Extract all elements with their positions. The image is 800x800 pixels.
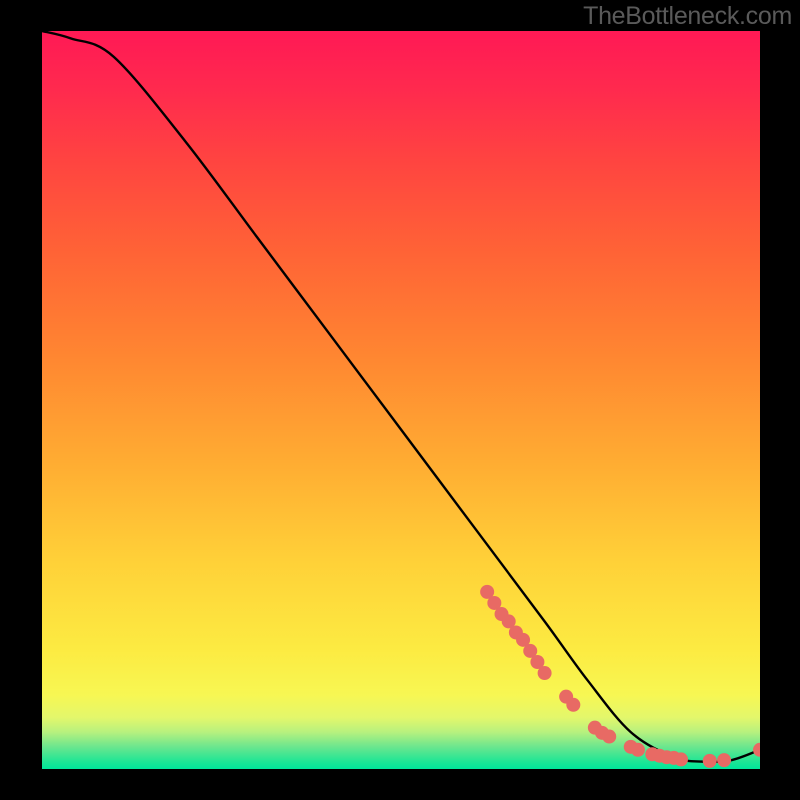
data-marker — [703, 754, 717, 768]
bottleneck-curve — [42, 31, 760, 762]
data-marker — [674, 752, 688, 766]
data-marker — [538, 666, 552, 680]
data-marker — [602, 730, 616, 744]
data-marker — [631, 743, 645, 757]
chart-canvas: TheBottleneck.com — [0, 0, 800, 800]
curve-layer — [42, 31, 760, 769]
data-marker — [717, 753, 731, 767]
data-marker — [566, 698, 580, 712]
plot-area — [42, 31, 760, 769]
attribution-text: TheBottleneck.com — [583, 2, 792, 31]
data-marker — [753, 743, 760, 757]
data-markers — [480, 585, 760, 768]
